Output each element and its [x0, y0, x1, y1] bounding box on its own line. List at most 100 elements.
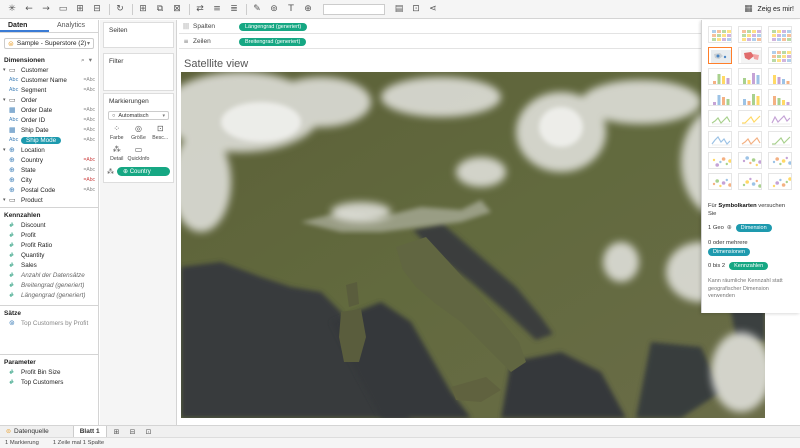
chart-type-sidebyside[interactable] [768, 89, 792, 106]
measure-field[interactable]: # Längengrad (generiert) [0, 290, 98, 300]
dimension-field[interactable]: ⊕ Postal Code =Abc [0, 185, 98, 195]
chart-type-dualline[interactable] [768, 110, 792, 127]
tab-data[interactable]: Daten [0, 20, 49, 32]
save-icon[interactable]: ▭ [57, 3, 69, 15]
set-field[interactable]: ⊚ Top Customers by Profit [0, 318, 98, 328]
dimension-field[interactable]: Abc Customer Name =Abc [0, 75, 98, 85]
chart-type-filledmap[interactable] [738, 47, 762, 64]
sort-ascending-icon[interactable]: ≡ [211, 3, 223, 15]
new-worksheet-icon[interactable]: ⊞ [111, 426, 123, 438]
filters-card[interactable]: Filter [103, 53, 174, 91]
dimension-field[interactable]: Abc Order ID =Abc [0, 115, 98, 125]
mark-type-select[interactable]: ○ Automatisch ▾ [108, 111, 169, 120]
measure-field[interactable]: # Discount [0, 220, 98, 230]
dimension-field[interactable]: ⊕ City =Abc [0, 175, 98, 185]
chart-type-packed3[interactable] [768, 173, 792, 190]
dimension-field[interactable]: ▦ Order Date =Abc [0, 105, 98, 115]
duplicate-sheet-icon[interactable]: ⧉ [154, 3, 166, 15]
fit-dropdown[interactable] [323, 3, 385, 15]
measure-field[interactable]: # Profit Ratio [0, 240, 98, 250]
show-cards-icon[interactable]: ▤ [393, 3, 405, 15]
chart-type-symbolmap[interactable] [708, 47, 732, 64]
folder-row[interactable]: ▾ ▭ Product [0, 195, 98, 205]
tab-analytics[interactable]: Analytics [49, 20, 98, 32]
latitude-pill[interactable]: Breitengrad (generiert) [239, 37, 307, 46]
chart-type-circle[interactable] [738, 89, 762, 106]
measure-field[interactable]: # Breitengrad (generiert) [0, 280, 98, 290]
label-button[interactable]: ⊡ Besc... [149, 124, 171, 141]
pin-icon[interactable]: ⊕ [302, 3, 314, 15]
chart-type-hist[interactable] [768, 131, 792, 148]
show-me-button[interactable]: ▦ Zeig es mir! [742, 3, 794, 15]
chart-type-sidebar[interactable] [768, 68, 792, 85]
swap-icon[interactable]: ⇄ [194, 3, 206, 15]
chart-type-thumbnail [711, 116, 731, 125]
field-label: Profit Bin Size [21, 368, 61, 376]
chart-type-thumbnail [743, 73, 760, 84]
sort-descending-icon[interactable]: ≣ [228, 3, 240, 15]
highlight-icon[interactable]: ✎ [251, 3, 263, 15]
new-story-icon[interactable]: ⊡ [143, 426, 155, 438]
chart-type-area[interactable] [738, 110, 762, 127]
search-icon[interactable]: ⌕ ▾ [81, 56, 93, 65]
chart-type-hbar[interactable] [708, 68, 732, 85]
clear-sheet-icon[interactable]: ⊠ [171, 3, 183, 15]
chart-type-packed2[interactable] [738, 173, 762, 190]
back-arrow-icon[interactable]: ← [23, 3, 35, 15]
presentation-icon[interactable]: ⊡ [410, 3, 422, 15]
chart-type-dualcombo[interactable] [708, 131, 732, 148]
chart-type-pie[interactable] [768, 47, 792, 64]
chart-type-sbar[interactable] [738, 68, 762, 85]
tab-datasource[interactable]: ⊜ Datenquelle [0, 426, 55, 438]
parameter-field[interactable]: # Top Customers [0, 377, 98, 387]
globe-icon: ⊕ [726, 225, 732, 231]
longitude-pill[interactable]: Längengrad (generiert) [239, 22, 308, 31]
new-dashboard-icon[interactable]: ⊟ [127, 426, 139, 438]
measure-field[interactable]: # Anzahl der Datensätze [0, 270, 98, 280]
tooltip-button[interactable]: ▭ QuickInfo [128, 145, 150, 162]
chart-type-line[interactable] [708, 110, 732, 127]
datasource-select[interactable]: ⊜ Sample - Superstore (2) ▾ [4, 38, 94, 49]
dimension-field[interactable]: Abc Ship Mode =Abc [0, 135, 98, 145]
label-icon[interactable]: T [285, 3, 297, 15]
refresh-icon[interactable]: ↻ [114, 3, 126, 15]
parameter-field[interactable]: # Profit Bin Size [0, 367, 98, 377]
pages-card[interactable]: Seiten [103, 22, 174, 48]
folder-row[interactable]: ▾ ⊕ Location [0, 145, 98, 155]
detail-button[interactable]: ⁂ Detail [106, 145, 128, 162]
chart-type-heat[interactable] [738, 26, 762, 43]
dimension-field[interactable]: ▦ Ship Date =Abc [0, 125, 98, 135]
folder-row[interactable]: ▾ ▭ Customer [0, 65, 98, 75]
chart-type-thumbnail [711, 50, 731, 63]
color-button[interactable]: ⁘ Farbe [106, 124, 128, 141]
measure-field[interactable]: # Quantity [0, 250, 98, 260]
chart-type-bullet[interactable] [768, 152, 792, 169]
country-detail-pill[interactable]: ⊕ Country [117, 167, 170, 176]
folder-row[interactable]: ▾ ▭ Order [0, 95, 98, 105]
worksheet-title[interactable]: Satellite view [184, 58, 248, 70]
chart-type-packed[interactable] [708, 173, 732, 190]
dimension-field[interactable]: Abc Segment =Abc [0, 85, 98, 95]
divider [0, 207, 98, 208]
datasource-dropdown-icon[interactable]: ⊟ [91, 3, 103, 15]
chart-type-scatter[interactable] [738, 131, 762, 148]
new-datasource-icon[interactable]: ⊞ [74, 3, 86, 15]
size-button[interactable]: ◎ Größe [128, 124, 150, 141]
chart-type-boxplot[interactable] [708, 152, 732, 169]
satellite-map[interactable] [181, 72, 765, 418]
measure-field[interactable]: # Sales [0, 260, 98, 270]
dimension-field[interactable]: ⊕ State =Abc [0, 165, 98, 175]
forward-arrow-icon[interactable]: → [40, 3, 52, 15]
chart-type-table[interactable] [708, 26, 732, 43]
group-icon[interactable]: ⊚ [268, 3, 280, 15]
new-sheet-icon[interactable]: ⊞ [137, 3, 149, 15]
chart-type-treemap[interactable] [708, 89, 732, 106]
measure-field[interactable]: # Profit [0, 230, 98, 240]
chart-type-highlight[interactable] [768, 26, 792, 43]
share-icon[interactable]: ⋖ [427, 3, 439, 15]
tableau-logo-icon[interactable]: ✳ [6, 3, 18, 15]
globe-icon: ⊕ [123, 169, 130, 175]
dimension-field[interactable]: ⊕ Country =Abc [0, 155, 98, 165]
chart-type-gantt[interactable] [738, 152, 762, 169]
tab-sheet-1[interactable]: Blatt 1 [72, 425, 107, 438]
